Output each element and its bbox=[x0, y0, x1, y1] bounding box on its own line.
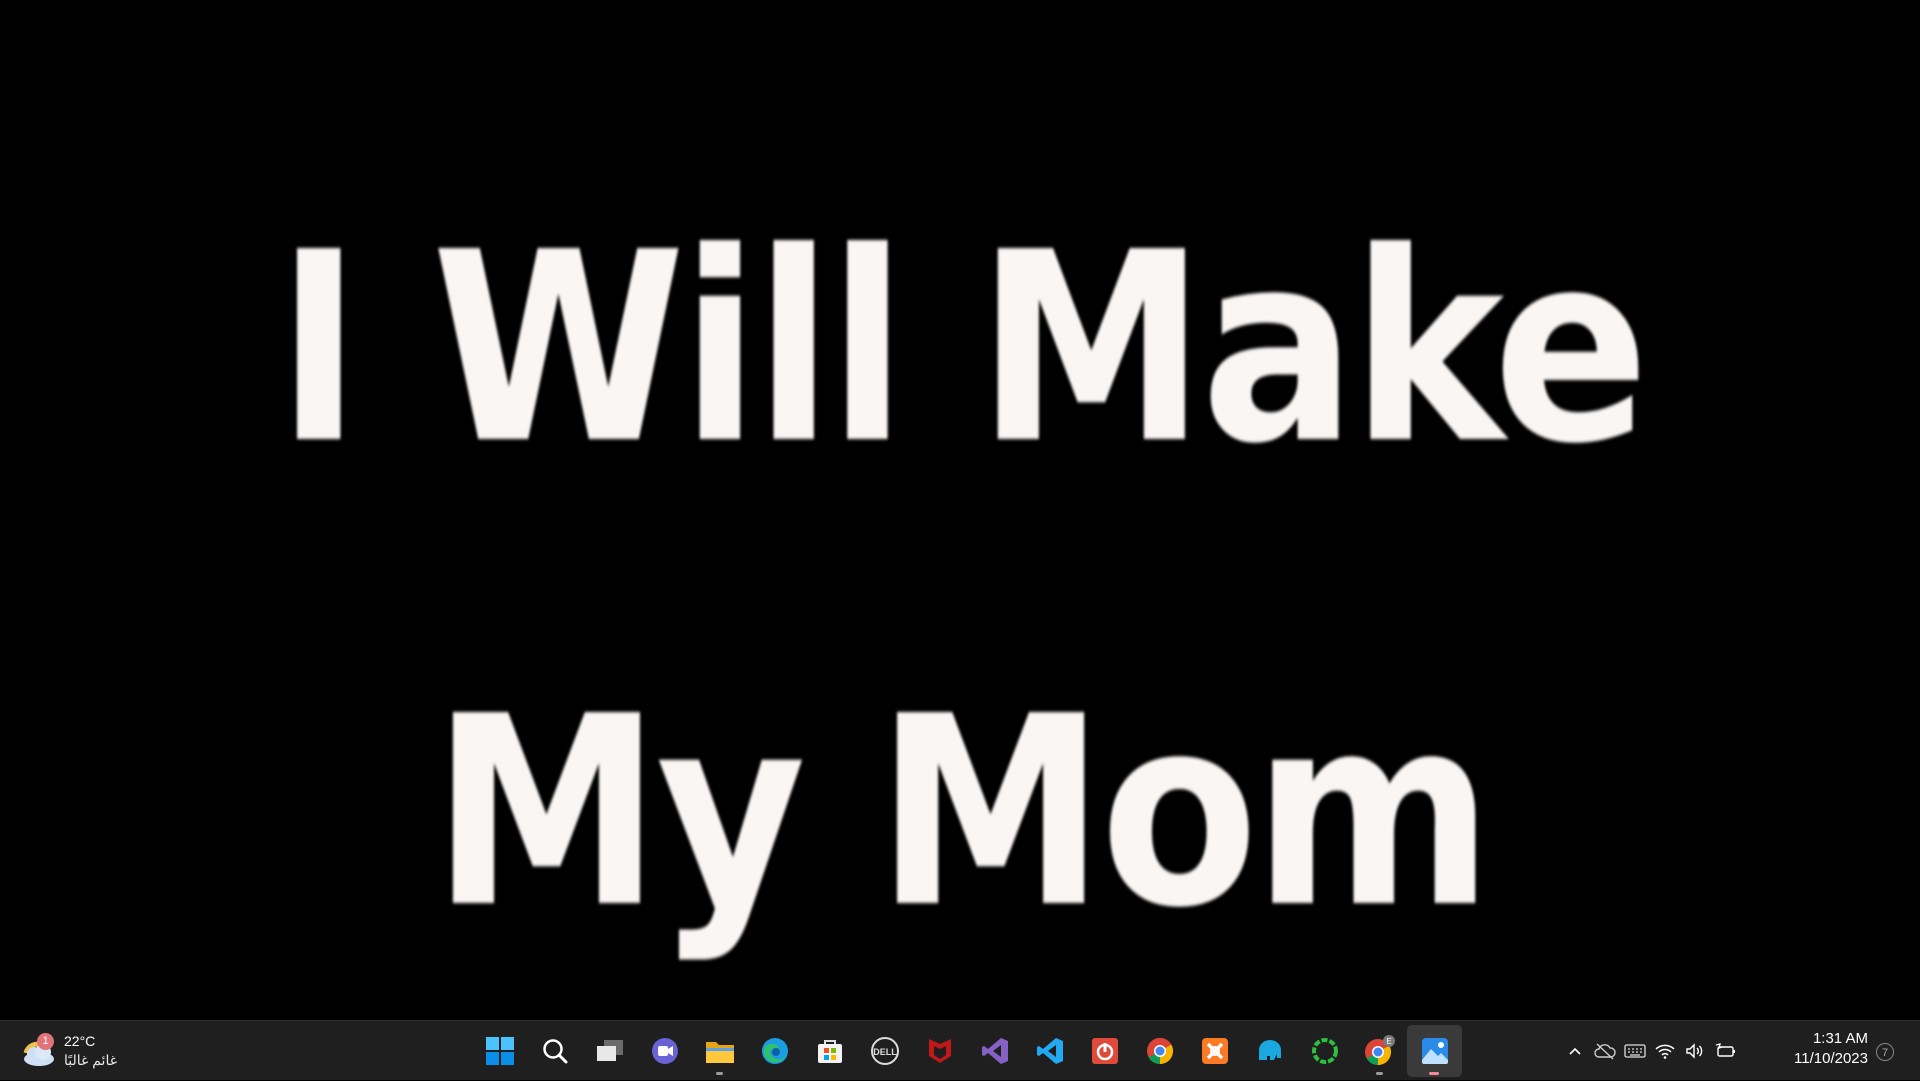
weather-condition: غائم غالبًا bbox=[64, 1052, 118, 1068]
edge-icon bbox=[761, 1038, 788, 1064]
weather-temperature: 22°C bbox=[64, 1033, 96, 1049]
image-viewer-canvas: I Will Make My Mom bbox=[0, 0, 1920, 1020]
store-icon bbox=[817, 1040, 842, 1063]
meme-text-line-2: My Mom bbox=[431, 660, 1494, 965]
vscode-button[interactable] bbox=[1022, 1025, 1077, 1077]
meme-text-line-1: I Will Make bbox=[275, 196, 1649, 501]
clock-time: 1:31 AM bbox=[1812, 1030, 1868, 1047]
chevron-up-icon[interactable] bbox=[1560, 1031, 1590, 1071]
battery-charging-icon[interactable] bbox=[1710, 1031, 1740, 1071]
task-view-icon bbox=[596, 1040, 623, 1061]
chrome-profile-icon: E bbox=[1364, 1035, 1395, 1066]
dell-button[interactable]: DELL bbox=[857, 1025, 912, 1077]
dell-icon: DELL bbox=[870, 1037, 899, 1065]
visual-studio-button[interactable] bbox=[967, 1025, 1022, 1077]
partly-cloudy-icon: 1 bbox=[20, 1033, 58, 1069]
vscode-icon bbox=[1036, 1038, 1063, 1064]
folder-icon bbox=[705, 1042, 734, 1063]
volume-icon[interactable] bbox=[1680, 1031, 1710, 1071]
clock-date: 11/10/2023 bbox=[1794, 1050, 1868, 1067]
mcafee-icon bbox=[928, 1039, 951, 1063]
search-icon bbox=[542, 1039, 567, 1064]
teams-chat-button[interactable] bbox=[637, 1025, 692, 1077]
wifi-icon[interactable] bbox=[1650, 1031, 1680, 1071]
xampp-icon bbox=[1201, 1038, 1228, 1064]
microsoft-store-button[interactable] bbox=[802, 1025, 857, 1077]
xampp-button[interactable] bbox=[1187, 1025, 1242, 1077]
clock[interactable]: 1:31 AM 11/10/2023 bbox=[1778, 1029, 1868, 1069]
elephant-app-button[interactable] bbox=[1242, 1025, 1297, 1077]
edge-button[interactable] bbox=[747, 1025, 802, 1077]
ring-app-button[interactable] bbox=[1297, 1025, 1352, 1077]
taskbar: 1 22°C غائم غالبًا DELL E 1:31 AM 11/10/… bbox=[0, 1020, 1920, 1080]
weather-alert-badge: 1 bbox=[37, 1033, 54, 1050]
onedrive-offline-icon[interactable] bbox=[1590, 1031, 1620, 1071]
system-tray bbox=[1560, 1021, 1740, 1081]
taskbar-apps: DELL E bbox=[472, 1025, 1462, 1077]
chrome-button[interactable] bbox=[1132, 1025, 1187, 1077]
visual-studio-icon bbox=[981, 1038, 1008, 1064]
task-view-button[interactable] bbox=[582, 1025, 637, 1077]
elephant-icon bbox=[1258, 1040, 1281, 1060]
keyboard-icon[interactable] bbox=[1620, 1031, 1650, 1071]
profile-badge: E bbox=[1386, 1037, 1391, 1046]
start-button[interactable] bbox=[472, 1025, 527, 1077]
photos-button[interactable] bbox=[1407, 1025, 1462, 1077]
windows-logo-icon bbox=[485, 1037, 514, 1065]
ring-icon bbox=[1311, 1038, 1338, 1064]
photos-icon bbox=[1421, 1038, 1448, 1064]
teams-chat-icon bbox=[651, 1038, 678, 1064]
chrome-profile-button[interactable]: E bbox=[1352, 1025, 1407, 1077]
weather-widget[interactable]: 1 22°C غائم غالبًا bbox=[20, 1029, 130, 1073]
search-button[interactable] bbox=[527, 1025, 582, 1077]
chrome-icon bbox=[1146, 1037, 1173, 1065]
file-explorer-button[interactable] bbox=[692, 1025, 747, 1077]
notification-center-badge[interactable]: 7 bbox=[1876, 1043, 1894, 1061]
svg-text:DELL: DELL bbox=[873, 1047, 897, 1057]
power-app-button[interactable] bbox=[1077, 1025, 1132, 1077]
mcafee-button[interactable] bbox=[912, 1025, 967, 1077]
power-icon bbox=[1091, 1038, 1118, 1064]
